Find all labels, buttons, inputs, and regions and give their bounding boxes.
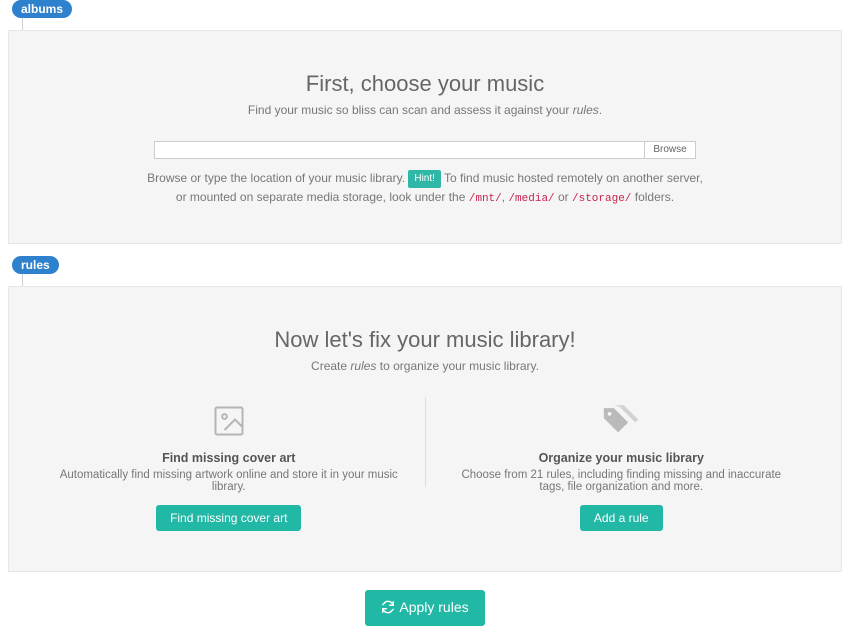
apply-rules-button[interactable]: Apply rules: [365, 590, 484, 626]
organize-title: Organize your music library: [450, 451, 794, 465]
rules-heading: Now let's fix your music library!: [33, 327, 817, 353]
music-path-row: Browse: [33, 141, 817, 159]
music-path-input[interactable]: [154, 141, 644, 159]
section-tag-albums: albums: [12, 0, 72, 18]
albums-subtitle: Find your music so bliss can scan and as…: [33, 103, 817, 117]
albums-heading: First, choose your music: [33, 71, 817, 97]
tag-connector: [22, 274, 23, 286]
col-cover-art: Find missing cover art Automatically fin…: [33, 397, 425, 537]
rules-subtitle: Create rules to organize your music libr…: [33, 359, 817, 373]
col-organize: Organize your music library Choose from …: [426, 397, 818, 537]
rules-columns: Find missing cover art Automatically fin…: [33, 397, 817, 537]
add-rule-button[interactable]: Add a rule: [580, 505, 663, 531]
tags-icon: [450, 403, 794, 439]
browse-button[interactable]: Browse: [644, 141, 695, 159]
organize-desc: Choose from 21 rules, including finding …: [450, 469, 794, 493]
apply-rules-label: Apply rules: [399, 599, 468, 615]
hint-badge: Hint!: [408, 170, 441, 188]
find-cover-art-button[interactable]: Find missing cover art: [156, 505, 301, 531]
rules-panel: Now let's fix your music library! Create…: [8, 286, 842, 572]
tag-connector: [22, 18, 23, 30]
cover-art-title: Find missing cover art: [57, 451, 401, 465]
cover-art-desc: Automatically find missing artwork onlin…: [57, 469, 401, 493]
albums-help-text: Browse or type the location of your musi…: [145, 169, 705, 209]
code-path-mnt: /mnt/: [469, 193, 502, 205]
albums-panel: First, choose your music Find your music…: [8, 30, 842, 244]
refresh-icon: [381, 600, 395, 617]
code-path-storage: /storage/: [572, 193, 631, 205]
image-icon: [57, 403, 401, 439]
section-tag-rules: rules: [12, 256, 59, 274]
code-path-media: /media/: [508, 193, 554, 205]
